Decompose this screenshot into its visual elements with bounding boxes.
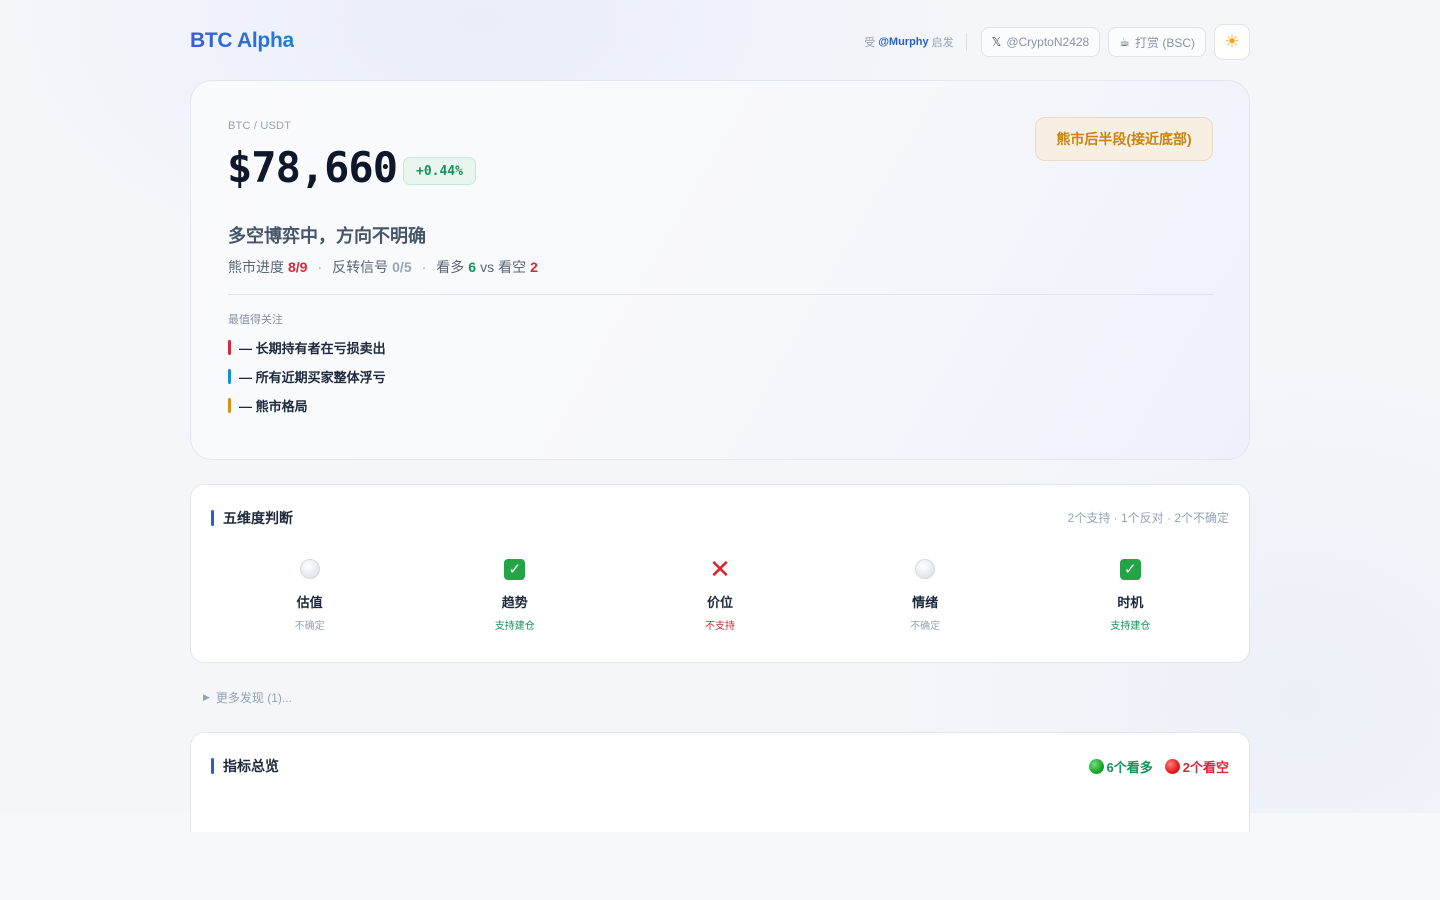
bullish-count-label: 6个看多	[1106, 760, 1153, 775]
green-circle-icon	[1088, 759, 1104, 774]
red-circle-icon	[1164, 759, 1180, 774]
vs-label: vs	[480, 259, 495, 275]
five-dimension-title: 五维度判断	[211, 508, 293, 528]
more-findings-toggle[interactable]: ▶ 更多发现 (1)...	[203, 689, 292, 706]
title-accent-bar	[211, 510, 214, 526]
inspired-suffix: 启发	[931, 37, 954, 49]
bullish-count-badge: 6个看多	[1088, 757, 1153, 776]
focus-color-bar	[228, 398, 231, 413]
check-mark-icon: ✓	[504, 558, 526, 580]
indicator-badges: 6个看多 2个看空	[1088, 757, 1229, 776]
trading-pair: BTC / USDT	[228, 120, 292, 132]
dimension-name: 时机	[1117, 595, 1144, 610]
x-profile-button[interactable]: 𝕏 @CryptoN2428	[980, 27, 1101, 57]
disclosure-triangle-icon: ▶	[203, 692, 210, 702]
inspired-prefix: 受	[864, 37, 876, 49]
five-dimension-title-text: 五维度判断	[223, 510, 293, 526]
focus-item-text: — 熊市格局	[239, 399, 308, 414]
white-circle-icon	[915, 559, 936, 579]
market-phase-badge: 熊市后半段(接近底部)	[1035, 117, 1213, 161]
dimension-name: 趋势	[501, 595, 528, 610]
white-circle-icon	[299, 559, 320, 579]
market-stats: 熊市进度 8/9 · 反转信号 0/5 · 看多 6 vs 看空 2	[228, 257, 538, 277]
indicator-overview-title-text: 指标总览	[223, 758, 279, 774]
theme-toggle-button[interactable]: ☀	[1214, 24, 1250, 60]
bearish-count-label: 2个看空	[1182, 760, 1229, 775]
reversal-value: 0/5	[392, 259, 412, 275]
cross-mark-icon: ✕	[709, 554, 731, 584]
dimension-status: 不确定	[294, 621, 325, 632]
focus-color-bar	[228, 340, 231, 355]
focus-item: — 所有近期买家整体浮亏	[228, 367, 386, 396]
dimension-status: 不确定	[910, 621, 941, 632]
murphy-link[interactable]: @Murphy	[878, 36, 928, 48]
check-mark-icon: ✓	[1119, 558, 1141, 580]
dimension-name: 估值	[296, 595, 323, 610]
coffee-icon: ☕	[1119, 35, 1130, 49]
focus-item: — 长期持有者在亏损卖出	[228, 338, 386, 367]
dimension-status: 不支持	[704, 621, 735, 632]
dimension-trend: ✓ 趋势 支持建仓	[412, 555, 617, 632]
focus-item: — 熊市格局	[228, 396, 386, 425]
bull-label: 看多	[436, 259, 465, 275]
sun-icon: ☀	[1224, 32, 1240, 51]
market-headline: 多空博弈中，方向不明确	[228, 226, 426, 246]
indicator-overview-title: 指标总览	[211, 756, 279, 776]
bearish-count-badge: 2个看空	[1164, 757, 1229, 776]
separator-dot: ·	[317, 259, 323, 275]
dimension-list: 估值 不确定 ✓ 趋势 支持建仓 ✕ 价位 不支持 情绪 不确定 ✓ 时机 支持…	[207, 555, 1233, 632]
bull-count: 6	[468, 259, 477, 275]
dimension-valuation: 估值 不确定	[207, 555, 412, 632]
header-actions: 受 @Murphy 启发 𝕏 @CryptoN2428 ☕ 打赏 (BSC) ☀	[864, 24, 1250, 60]
dimension-status: 支持建仓	[1110, 621, 1151, 632]
hero-divider	[228, 294, 1214, 295]
more-findings-label: 更多发现 (1)...	[215, 691, 292, 705]
btc-price: $78,660	[227, 143, 398, 192]
focus-item-text: — 所有近期买家整体浮亏	[239, 370, 386, 385]
dimension-price-level: ✕ 价位 不支持	[617, 555, 822, 632]
divider	[965, 33, 967, 51]
inspired-credit: 受 @Murphy 启发	[864, 34, 953, 50]
dimension-status: 支持建仓	[494, 621, 535, 632]
separator-dot: ·	[421, 259, 427, 275]
x-logo-icon: 𝕏	[991, 35, 1002, 49]
price-change-badge: +0.44%	[403, 157, 476, 185]
focus-color-bar	[228, 369, 231, 384]
bear-progress-label: 熊市进度	[228, 259, 284, 275]
bear-progress-value: 8/9	[288, 259, 308, 275]
focus-title: 最值得关注	[228, 314, 283, 326]
tip-button[interactable]: ☕ 打赏 (BSC)	[1108, 27, 1206, 57]
bear-count: 2	[530, 259, 538, 275]
dimension-timing: ✓ 时机 支持建仓	[1028, 555, 1233, 632]
bear-label: 看空	[498, 259, 527, 275]
x-handle-label: @CryptoN2428	[1006, 35, 1090, 49]
five-dimension-summary: 2个支持 · 1个反对 · 2个不确定	[1067, 511, 1229, 525]
indicator-overview-card: 指标总览 6个看多 2个看空	[190, 732, 1250, 832]
five-dimension-card: 五维度判断 2个支持 · 1个反对 · 2个不确定 估值 不确定 ✓ 趋势 支持…	[190, 484, 1250, 663]
tip-label: 打赏 (BSC)	[1134, 35, 1195, 50]
reversal-label: 反转信号	[332, 259, 389, 275]
dimension-name: 价位	[706, 595, 733, 610]
title-accent-bar	[211, 758, 214, 774]
dimension-name: 情绪	[912, 595, 939, 610]
dimension-sentiment: 情绪 不确定	[823, 555, 1028, 632]
focus-list: — 长期持有者在亏损卖出 — 所有近期买家整体浮亏 — 熊市格局	[228, 338, 386, 425]
price-summary-card: BTC / USDT $78,660 +0.44% 熊市后半段(接近底部) 多空…	[190, 80, 1250, 460]
brand-logo[interactable]: BTC Alpha	[190, 29, 294, 53]
focus-item-text: — 长期持有者在亏损卖出	[239, 341, 386, 356]
